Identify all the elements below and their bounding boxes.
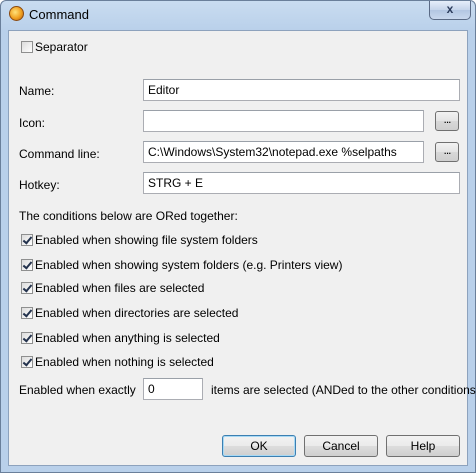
condition-checkbox-anything-selected[interactable] xyxy=(21,332,33,344)
cancel-button[interactable]: Cancel xyxy=(304,435,378,457)
window-title: Command xyxy=(29,7,89,22)
app-logo-icon xyxy=(9,6,24,21)
title-bar[interactable]: Command x xyxy=(1,1,475,29)
conditions-heading: The conditions below are ORed together: xyxy=(19,209,238,223)
help-button[interactable]: Help xyxy=(386,435,460,457)
condition-label: Enabled when files are selected xyxy=(35,281,205,295)
command-browse-button[interactable]: ... xyxy=(435,142,459,162)
icon-browse-button[interactable]: ... xyxy=(435,111,459,131)
icon-input[interactable] xyxy=(143,110,424,132)
condition-label: Enabled when nothing is selected xyxy=(35,355,214,369)
condition-checkbox-system-folders[interactable] xyxy=(21,259,33,271)
condition-checkbox-directories-selected[interactable] xyxy=(21,307,33,319)
condition-checkbox-files-selected[interactable] xyxy=(21,282,33,294)
hotkey-label: Hotkey: xyxy=(19,178,60,192)
command-line-input[interactable]: C:\Windows\System32\notepad.exe %selpath… xyxy=(143,141,424,163)
condition-label: Enabled when showing file system folders xyxy=(35,233,258,247)
close-button[interactable]: x xyxy=(429,1,471,20)
condition-checkbox-nothing-selected[interactable] xyxy=(21,356,33,368)
condition-label: Enabled when directories are selected xyxy=(35,306,239,320)
condition-label: Enabled when anything is selected xyxy=(35,331,220,345)
separator-label: Separator xyxy=(35,40,88,54)
dialog-body: Separator Name: Editor Icon: ... Command… xyxy=(8,30,476,466)
exactly-label: Enabled when exactly xyxy=(19,383,136,397)
condition-label: Enabled when showing system folders (e.g… xyxy=(35,258,343,272)
icon-label: Icon: xyxy=(19,116,46,130)
name-input[interactable]: Editor xyxy=(143,79,460,101)
exactly-count-input[interactable]: 0 xyxy=(143,378,203,400)
ok-button[interactable]: OK xyxy=(222,435,296,457)
name-label: Name: xyxy=(19,84,55,98)
condition-checkbox-file-system-folders[interactable] xyxy=(21,234,33,246)
hotkey-input[interactable]: STRG + E xyxy=(143,172,460,194)
exactly-suffix-label: items are selected (ANDed to the other c… xyxy=(211,383,476,397)
close-icon: x xyxy=(446,2,454,16)
separator-checkbox[interactable] xyxy=(21,41,33,53)
command-line-label: Command line: xyxy=(19,147,100,161)
command-dialog: Command x Separator Name: Editor Icon: .… xyxy=(0,0,476,473)
